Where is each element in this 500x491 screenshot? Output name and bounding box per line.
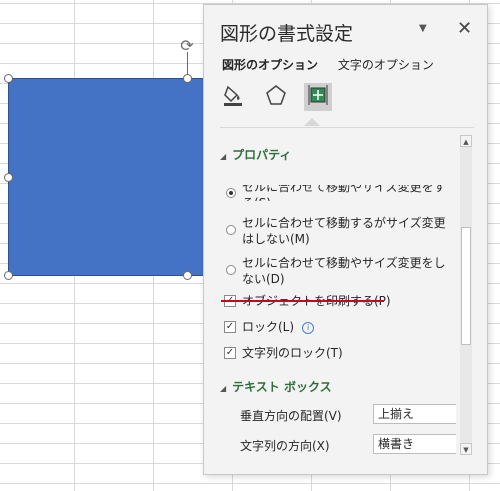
resize-handle-middle-left[interactable] [4, 173, 13, 182]
section-title: テキスト ボックス [232, 380, 332, 394]
option-label: セルに合わせて移動やサイズ変更をする(S) [242, 185, 446, 201]
pane-title: 図形の書式設定 [220, 23, 354, 45]
resize-handle-top-right[interactable] [183, 74, 192, 83]
option-label: セルに合わせて移動するがサイズ変更はしない(M) [242, 216, 446, 246]
resize-handle-bottom-left[interactable] [4, 271, 13, 280]
option-lock[interactable]: ✓ ロック(L) i [220, 319, 452, 335]
select-value: 上揃え [378, 407, 415, 421]
option-label: ロック(L) [242, 320, 295, 334]
fill-line-icon[interactable] [220, 83, 248, 111]
rotate-handle-icon[interactable]: ⟳ [178, 37, 196, 55]
divider [220, 127, 474, 128]
option-label: 文字列のロック(T) [242, 346, 343, 360]
category-icons [220, 83, 342, 117]
scroll-thumb[interactable] [461, 227, 471, 345]
collapse-triangle-icon: ◢ [220, 384, 227, 393]
close-icon[interactable]: ✕ [457, 18, 472, 39]
size-properties-icon[interactable] [303, 83, 332, 111]
section-title: プロパティ [232, 148, 292, 162]
effects-icon[interactable] [262, 83, 290, 111]
scroll-down-icon[interactable]: ▼ [460, 443, 472, 455]
checkbox-text-lock[interactable]: ✓ [224, 347, 236, 359]
collapse-triangle-icon: ◢ [220, 152, 227, 161]
annotation-red-underline [221, 300, 384, 302]
text-direction-select[interactable]: 横書き▼ [373, 434, 456, 454]
properties-section-header[interactable]: ◢ プロパティ [220, 143, 456, 167]
option-no-move-no-size[interactable]: セルに合わせて移動やサイズ変更をしない(D) [220, 255, 452, 287]
tab-shape-options[interactable]: 図形のオプション [222, 56, 318, 73]
resize-handle-top-left[interactable] [4, 74, 13, 83]
radio-move-and-size[interactable] [226, 188, 236, 198]
selected-category-pointer [304, 118, 320, 126]
pane-options-dropdown-icon[interactable]: ▼ [419, 23, 427, 34]
select-value: 横書き [378, 437, 415, 451]
vertical-alignment-select[interactable]: 上揃え▼ [373, 404, 456, 424]
option-label: セルに合わせて移動やサイズ変更をしない(D) [242, 256, 446, 286]
format-shape-pane: 図形の書式設定 ▼ ✕ 図形のオプション 文字のオプション ▲ ▼ ◢ プロパティ… [203, 4, 488, 475]
radio-no-move-no-size[interactable] [226, 265, 236, 275]
radio-move-no-size[interactable] [226, 225, 236, 235]
option-move-and-size[interactable]: セルに合わせて移動やサイズ変更をする(S) [220, 185, 456, 201]
textbox-section-header[interactable]: ◢ テキスト ボックス [220, 375, 332, 399]
pane-content: ◢ プロパティ セルに合わせて移動やサイズ変更をする(S) セルに合わせて移動する… [220, 143, 456, 463]
option-text-lock[interactable]: ✓ 文字列のロック(T) [220, 345, 452, 361]
vertical-alignment-label: 垂直方向の配置(V) [240, 409, 342, 423]
checkbox-lock[interactable]: ✓ [224, 321, 236, 333]
pane-tabs: 図形のオプション 文字のオプション [222, 56, 450, 73]
resize-handle-bottom-right[interactable] [183, 271, 192, 280]
info-icon[interactable]: i [302, 322, 315, 334]
tab-text-options[interactable]: 文字のオプション [338, 56, 434, 73]
text-direction-label: 文字列の方向(X) [240, 439, 330, 453]
pane-scrollbar[interactable]: ▲ ▼ [460, 135, 472, 455]
option-label-wrap: ロック(L) i [220, 319, 452, 335]
option-move-no-size[interactable]: セルに合わせて移動するがサイズ変更はしない(M) [220, 215, 452, 247]
scroll-up-icon[interactable]: ▲ [460, 135, 472, 147]
selected-rectangle-shape[interactable] [8, 78, 212, 276]
rotation-handle-line [187, 52, 188, 74]
